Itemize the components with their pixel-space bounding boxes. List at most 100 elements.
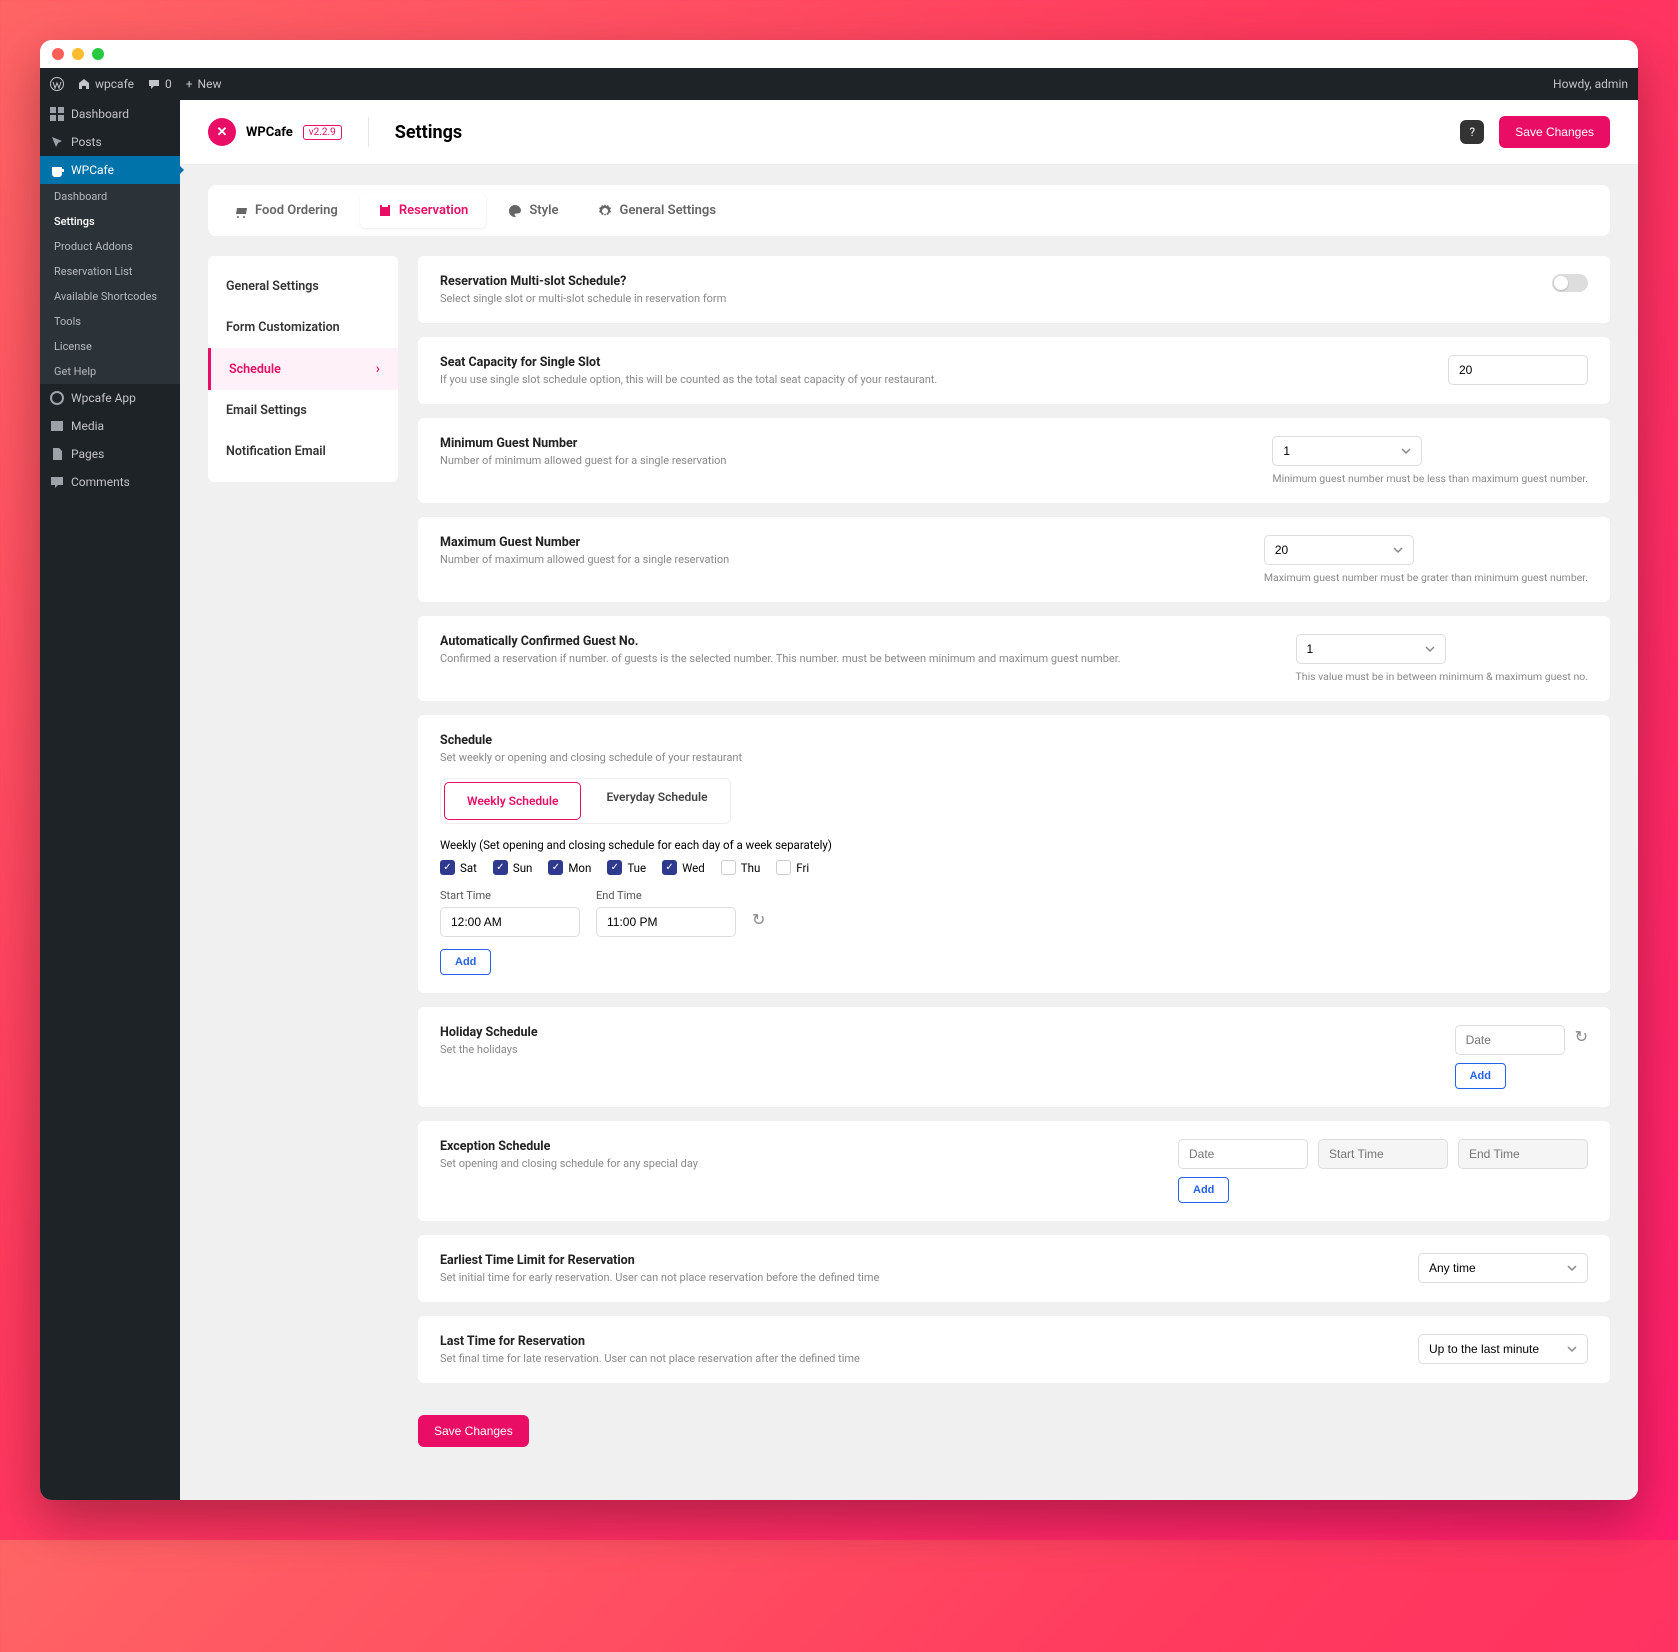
tab-style[interactable]: Style [490,193,576,228]
exc-start-input[interactable] [1318,1139,1448,1169]
exception-desc: Set opening and closing schedule for any… [440,1157,698,1170]
new-link[interactable]: + New [186,77,222,91]
wp-menu-wpcafe[interactable]: WPCafe [40,156,180,184]
wp-submenu-available-shortcodes[interactable]: Available Shortcodes [40,284,180,309]
wp-menu-pages[interactable]: Pages [40,440,180,468]
wp-menu-posts[interactable]: Posts [40,128,180,156]
sidebar-item-schedule[interactable]: Schedule› [208,348,398,390]
earliest-select[interactable]: Any time [1418,1253,1588,1283]
checkbox-icon[interactable]: ✓ [662,860,677,875]
holiday-title: Holiday Schedule [440,1025,538,1040]
mac-titlebar [40,40,1638,68]
exc-date-input[interactable] [1178,1139,1308,1169]
tab-everyday[interactable]: Everyday Schedule [584,779,729,823]
wp-adminbar: wpcafe 0 + New Howdy, admin [40,68,1638,100]
help-icon[interactable]: ? [1460,120,1484,144]
checkbox-icon[interactable]: ✓ [548,860,563,875]
holiday-desc: Set the holidays [440,1043,538,1056]
start-time-label: Start Time [440,889,580,902]
holiday-date-input[interactable] [1455,1025,1565,1055]
checkbox-icon[interactable]: ✓ [440,860,455,875]
sidebar-item-notification-email[interactable]: Notification Email [208,431,398,472]
plugin-topbar: ✕ WPCafe v2.2.9 Settings ? Save Changes [180,100,1638,165]
checkbox-icon[interactable] [721,860,736,875]
save-button[interactable]: Save Changes [1499,116,1610,148]
exception-title: Exception Schedule [440,1139,698,1154]
wp-submenu-reservation-list[interactable]: Reservation List [40,259,180,284]
wp-submenu-get-help[interactable]: Get Help [40,359,180,384]
tab-general-settings[interactable]: General Settings [580,193,734,228]
chevron-right-icon: › [376,361,380,377]
seat-title: Seat Capacity for Single Slot [440,355,937,370]
page-title: Settings [395,122,462,143]
day-tue[interactable]: ✓Tue [607,860,646,875]
tab-food-ordering[interactable]: Food Ordering [216,193,356,228]
day-mon[interactable]: ✓Mon [548,860,591,875]
sidebar-item-general-settings[interactable]: General Settings [208,266,398,307]
min-guest-desc: Number of minimum allowed guest for a si… [440,454,726,467]
settings-sidebar: General SettingsForm CustomizationSchedu… [208,256,398,482]
multi-slot-desc: Select single slot or multi-slot schedul… [440,292,726,305]
seat-desc: If you use single slot schedule option, … [440,373,937,386]
last-select[interactable]: Up to the last minute [1418,1334,1588,1364]
multi-slot-title: Reservation Multi-slot Schedule? [440,274,726,289]
earliest-desc: Set initial time for early reservation. … [440,1271,879,1284]
sidebar-item-form-customization[interactable]: Form Customization [208,307,398,348]
end-time-input[interactable] [596,907,736,937]
earliest-title: Earliest Time Limit for Reservation [440,1253,879,1268]
wp-logo-icon[interactable] [50,77,64,91]
schedule-desc: Set weekly or opening and closing schedu… [440,751,1588,764]
schedule-title: Schedule [440,733,1588,748]
add-holiday-button[interactable]: Add [1455,1063,1506,1089]
auto-guest-title: Automatically Confirmed Guest No. [440,634,1121,649]
exc-end-input[interactable] [1458,1139,1588,1169]
tab-reservation[interactable]: Reservation [360,193,487,228]
top-tabs: Food OrderingReservationStyleGeneral Set… [208,185,1610,236]
wp-menu-dashboard[interactable]: Dashboard [40,100,180,128]
wp-menu-comments[interactable]: Comments [40,468,180,496]
checkbox-icon[interactable]: ✓ [607,860,622,875]
weekly-label: Weekly (Set opening and closing schedule… [440,838,1588,852]
auto-guest-desc: Confirmed a reservation if number. of gu… [440,652,1121,665]
brand-name: WPCafe [246,125,293,140]
max-guest-desc: Number of maximum allowed guest for a si… [440,553,729,566]
wp-menu-wpcafe-app[interactable]: Wpcafe App [40,384,180,412]
min-guest-hint: Minimum guest number must be less than m… [1272,472,1588,485]
min-guest-title: Minimum Guest Number [440,436,726,451]
end-time-label: End Time [596,889,736,902]
wp-menu-media[interactable]: Media [40,412,180,440]
add-exception-button[interactable]: Add [1178,1177,1229,1203]
start-time-input[interactable] [440,907,580,937]
wp-submenu-tools[interactable]: Tools [40,309,180,334]
sidebar-item-email-settings[interactable]: Email Settings [208,390,398,431]
wp-submenu-license[interactable]: License [40,334,180,359]
seat-input[interactable] [1448,355,1588,385]
wp-submenu-settings[interactable]: Settings [40,209,180,234]
app-window: wpcafe 0 + New Howdy, admin DashboardPos… [40,40,1638,1500]
day-fri[interactable]: Fri [776,860,809,875]
wpcafe-logo-icon: ✕ [208,118,236,146]
tab-weekly[interactable]: Weekly Schedule [444,782,581,820]
max-guest-select[interactable]: 20 [1264,535,1414,565]
comments-link[interactable]: 0 [148,77,172,91]
day-thu[interactable]: Thu [721,860,761,875]
add-schedule-button[interactable]: Add [440,949,491,975]
auto-guest-hint: This value must be in between minimum & … [1296,670,1588,683]
save-button-bottom[interactable]: Save Changes [418,1415,529,1447]
max-guest-title: Maximum Guest Number [440,535,729,550]
wp-submenu-product-addons[interactable]: Product Addons [40,234,180,259]
auto-guest-select[interactable]: 1 [1296,634,1446,664]
wp-submenu-dashboard[interactable]: Dashboard [40,184,180,209]
day-wed[interactable]: ✓Wed [662,860,705,875]
multi-slot-toggle[interactable] [1552,274,1588,292]
last-desc: Set final time for late reservation. Use… [440,1352,860,1365]
day-sat[interactable]: ✓Sat [440,860,477,875]
checkbox-icon[interactable] [776,860,791,875]
checkbox-icon[interactable]: ✓ [493,860,508,875]
min-guest-select[interactable]: 1 [1272,436,1422,466]
site-link[interactable]: wpcafe [78,77,134,91]
refresh-icon[interactable]: ↻ [1575,1027,1588,1054]
day-sun[interactable]: ✓Sun [493,860,533,875]
refresh-icon[interactable]: ↻ [752,910,765,937]
howdy-link[interactable]: Howdy, admin [1553,77,1628,91]
